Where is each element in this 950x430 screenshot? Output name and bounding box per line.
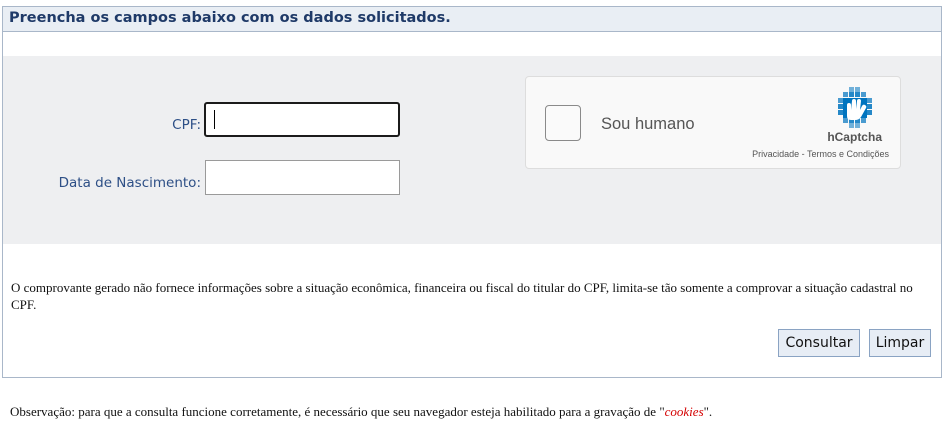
form-panel: Preencha os campos abaixo com os dados s… bbox=[2, 6, 942, 378]
cpf-label: CPF: bbox=[172, 117, 201, 133]
panel-header: Preencha os campos abaixo com os dados s… bbox=[3, 7, 941, 32]
hcaptcha-logo-icon bbox=[838, 87, 872, 128]
birthdate-label: Data de Nascimento: bbox=[58, 175, 201, 191]
footer-note-suffix: ". bbox=[703, 404, 713, 419]
hcaptcha-widget: Sou humano hCaptcha Privacidade - Termos… bbox=[525, 76, 901, 169]
cpf-input[interactable] bbox=[204, 102, 400, 137]
cookies-word: cookies bbox=[664, 404, 704, 419]
form-area: CPF: Data de Nascimento: Sou humano hCap… bbox=[3, 56, 941, 244]
limpar-button[interactable]: Limpar bbox=[869, 329, 931, 357]
birthdate-input[interactable] bbox=[205, 160, 400, 195]
text-caret bbox=[214, 110, 215, 129]
footer-note: Observação: para que a consulta funcione… bbox=[10, 404, 712, 420]
hcaptcha-brand: hCaptcha bbox=[827, 130, 882, 144]
captcha-links[interactable]: Privacidade - Termos e Condições bbox=[752, 149, 889, 159]
footer-note-prefix: Observação: para que a consulta funcione… bbox=[10, 404, 665, 419]
notice-text: O comprovante gerado não fornece informa… bbox=[11, 280, 913, 312]
captcha-checkbox-label[interactable]: Sou humano bbox=[601, 115, 695, 134]
captcha-checkbox[interactable] bbox=[545, 105, 581, 141]
panel-title: Preencha os campos abaixo com os dados s… bbox=[9, 10, 451, 26]
consultar-button[interactable]: Consultar bbox=[778, 329, 860, 357]
